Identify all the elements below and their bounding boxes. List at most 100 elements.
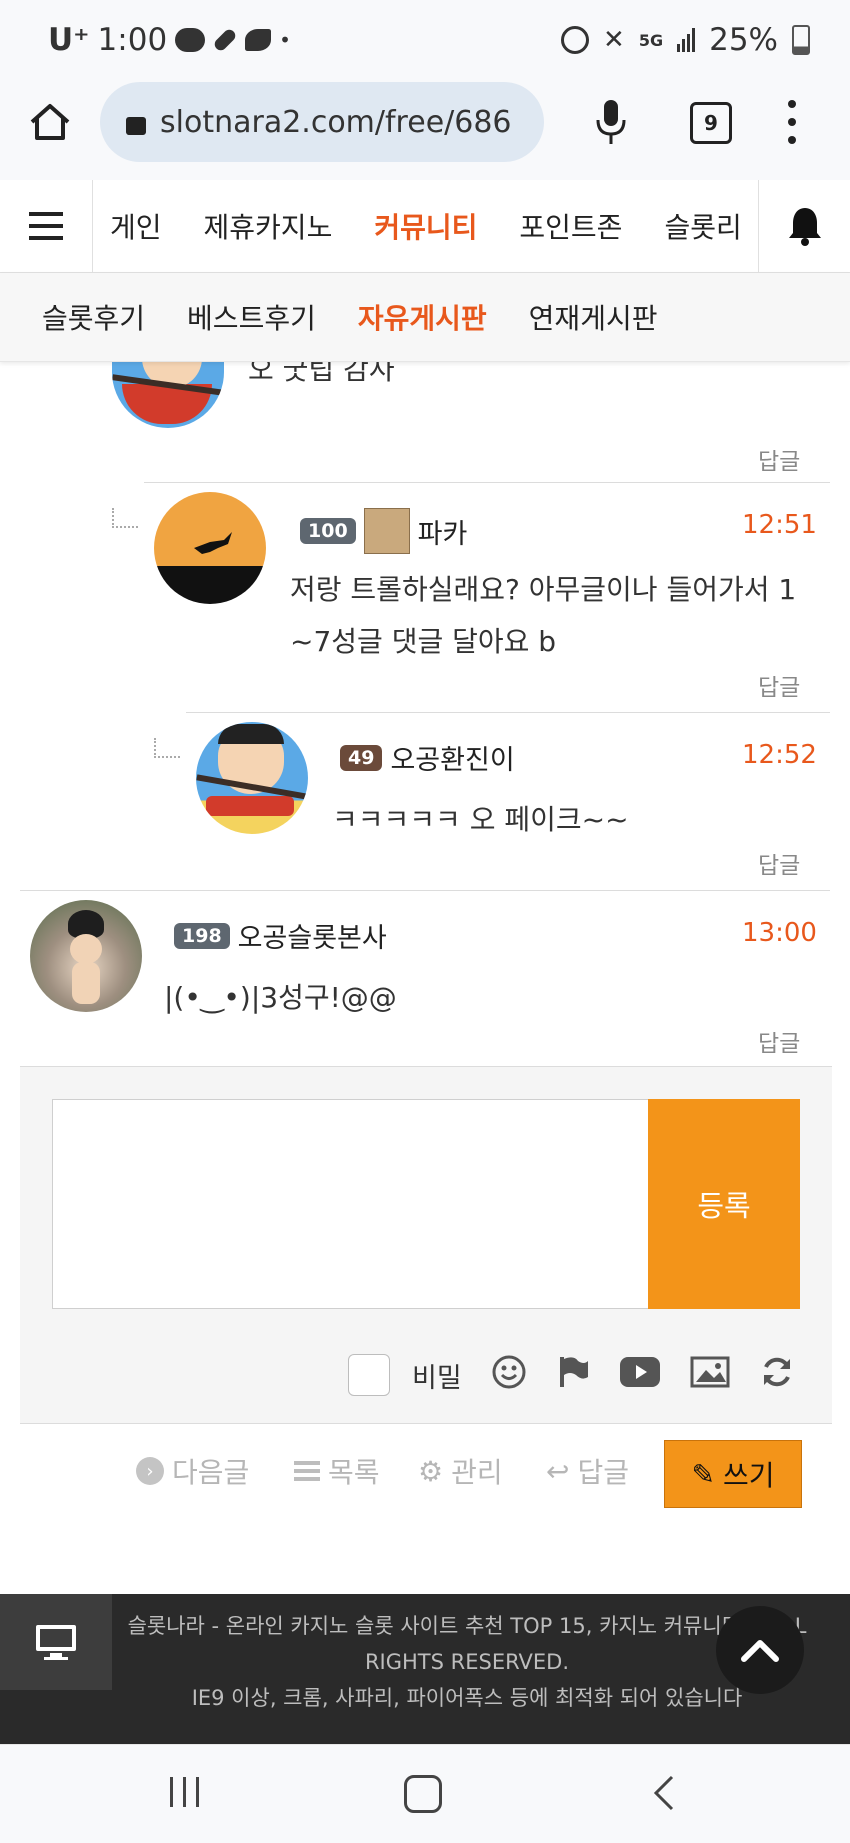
nav-item-game[interactable]: 게인	[110, 206, 162, 246]
url-bar[interactable]: slotnara2.com/free/686	[100, 82, 544, 162]
recent-apps-icon[interactable]	[170, 1777, 199, 1807]
comment-text-line: ~7성글 댓글 달아요 b	[290, 625, 557, 658]
comment-tools: 비밀	[348, 1347, 818, 1403]
gear-icon: ⚙	[418, 1454, 444, 1488]
avatar	[196, 722, 308, 834]
subnav-slot-review[interactable]: 슬롯후기	[42, 297, 145, 337]
next-post-label: 다음글	[172, 1456, 250, 1489]
avatar	[154, 492, 266, 604]
alarm-icon	[561, 26, 590, 54]
talk-icon	[175, 28, 206, 52]
footer-line: IE9 이상, 크롬, 사파리, 파이어폭스 등에 최적화 되어 있습니다	[191, 1686, 743, 1710]
comment-text: 저랑 트롤하실래요? 아무글이나 들어가서 1 ~7성글 댓글 달아요 b	[290, 564, 796, 668]
pencil-icon: ✎	[691, 1457, 715, 1491]
refresh-icon[interactable]	[760, 1355, 794, 1396]
nav-item-partner-casino[interactable]: 제휴카지노	[204, 206, 333, 246]
author-name[interactable]: 오공환진이	[390, 738, 514, 777]
more-menu-icon[interactable]	[780, 100, 804, 144]
comment-item: 49 오공환진이 12:52 ㅋㅋㅋㅋㅋ 오 페이크~~ 답글	[0, 712, 850, 888]
list-button[interactable]: 목록	[294, 1438, 380, 1504]
manage-button[interactable]: ⚙ 관리	[418, 1438, 503, 1504]
footer-text: 슬롯나라 - 온라인 카지노 슬롯 사이트 추천 TOP 15, 카지노 커뮤니…	[112, 1608, 822, 1716]
pill-icon	[212, 27, 238, 53]
reply-arrow-icon	[154, 738, 180, 758]
main-nav: 게인 제휴카지노 커뮤니티 포인트존 슬롯리	[0, 180, 850, 273]
level-badge: 198	[174, 922, 230, 949]
reply-link[interactable]: 답글	[758, 442, 800, 476]
nav-item-point-zone[interactable]: 포인트존	[519, 206, 622, 246]
user-icon	[363, 508, 410, 554]
reply-link[interactable]: 답글	[758, 1024, 800, 1058]
dot-icon: •	[279, 28, 291, 52]
lock-icon	[126, 117, 146, 135]
youtube-icon[interactable]	[619, 1356, 660, 1394]
browser-toolbar: slotnara2.com/free/686 9	[0, 82, 850, 181]
reply-post-button[interactable]: ↩ 답글	[546, 1438, 629, 1504]
list-icon	[294, 1461, 320, 1481]
author-name[interactable]: 파카	[418, 512, 468, 551]
nav-items: 게인 제휴카지노 커뮤니티 포인트존 슬롯리	[92, 180, 758, 272]
comment-time: 13:00	[742, 918, 817, 948]
flag-icon[interactable]	[558, 1355, 590, 1396]
reply-icon: ↩	[546, 1454, 570, 1488]
subnav-best-review[interactable]: 베스트후기	[187, 297, 316, 337]
tab-count: 9	[704, 111, 718, 135]
list-label: 목록	[328, 1456, 380, 1489]
comment-header: 198 오공슬롯본사	[174, 916, 387, 955]
carrier-label: U⁺	[48, 22, 90, 58]
home-icon[interactable]	[28, 100, 72, 144]
subnav-serial-board[interactable]: 연재게시판	[529, 297, 658, 337]
secret-label: 비밀	[412, 1362, 462, 1394]
footer-line: 슬롯나라 - 온라인 카지노 슬롯 사이트 추천 TOP 15, 카지노 커뮤니…	[127, 1614, 807, 1638]
system-nav-bar	[0, 1744, 850, 1843]
comment-time: 12:51	[742, 510, 817, 540]
emoji-icon[interactable]	[492, 1355, 526, 1396]
comment-header: 100 파카	[300, 508, 467, 554]
comment-text: |(•‿•)|3성구!@@	[164, 981, 397, 1014]
reply-link[interactable]: 답글	[758, 668, 800, 702]
status-left: U⁺ 1:00 •	[48, 22, 291, 58]
comment-text: ㅋㅋㅋㅋㅋ 오 페이크~~	[332, 803, 629, 836]
home-button-icon[interactable]	[404, 1775, 442, 1813]
bell-icon[interactable]	[758, 180, 850, 272]
comment-form: 등록 비밀	[20, 1066, 832, 1424]
level-badge: 49	[340, 744, 383, 771]
hamburger-menu-icon[interactable]	[0, 180, 93, 272]
write-label: 쓰기	[722, 1459, 775, 1492]
reply-post-label: 답글	[577, 1456, 629, 1489]
author-name[interactable]: 오공슬롯본사	[238, 916, 387, 955]
level-badge: 100	[300, 518, 356, 544]
comment-time: 12:52	[742, 740, 817, 770]
image-icon[interactable]	[690, 1356, 730, 1395]
desktop-version-icon[interactable]	[0, 1594, 112, 1690]
sub-nav: 슬롯후기 베스트후기 자유게시판 연재게시판	[0, 273, 850, 362]
comment-item: 100 파카 12:51 저랑 트롤하실래요? 아무글이나 들어가서 1 ~7성…	[0, 482, 850, 710]
mic-icon[interactable]	[594, 98, 628, 146]
nav-item-slot[interactable]: 슬롯리	[664, 206, 741, 246]
url-text: slotnara2.com/free/686	[160, 104, 512, 140]
comment-textarea[interactable]	[52, 1099, 650, 1309]
secret-checkbox[interactable]	[348, 1354, 390, 1396]
nav-item-community[interactable]: 커뮤니티	[374, 206, 477, 246]
comment-text-line: 저랑 트롤하실래요? 아무글이나 들어가서 1	[290, 573, 797, 606]
mute-icon: ✕	[603, 25, 625, 55]
status-right: ✕ 5G 25%	[561, 22, 810, 58]
status-time: 1:00	[97, 22, 168, 58]
network-label: 5G	[638, 30, 664, 50]
subnav-free-board[interactable]: 자유게시판	[358, 297, 487, 337]
status-bar: U⁺ 1:00 • ✕ 5G 25%	[0, 0, 850, 82]
write-button[interactable]: ✎ 쓰기	[664, 1440, 802, 1508]
submit-button[interactable]: 등록	[648, 1099, 800, 1309]
comment-item: 198 오공슬롯본사 13:00 |(•‿•)|3성구!@@ 답글	[0, 890, 850, 1066]
battery-label: 25%	[709, 22, 778, 58]
scroll-top-button[interactable]	[716, 1606, 804, 1694]
chevron-right-circle-icon: ›	[136, 1457, 164, 1485]
comment-header: 49 오공환진이	[340, 738, 515, 777]
tabs-button[interactable]: 9	[690, 102, 732, 144]
back-icon[interactable]	[652, 1775, 676, 1815]
next-post-button[interactable]: › 다음글	[136, 1438, 249, 1504]
manage-label: 관리	[451, 1456, 503, 1489]
avatar	[30, 900, 142, 1012]
reply-link[interactable]: 답글	[758, 846, 800, 880]
reply-arrow-icon	[112, 508, 138, 528]
